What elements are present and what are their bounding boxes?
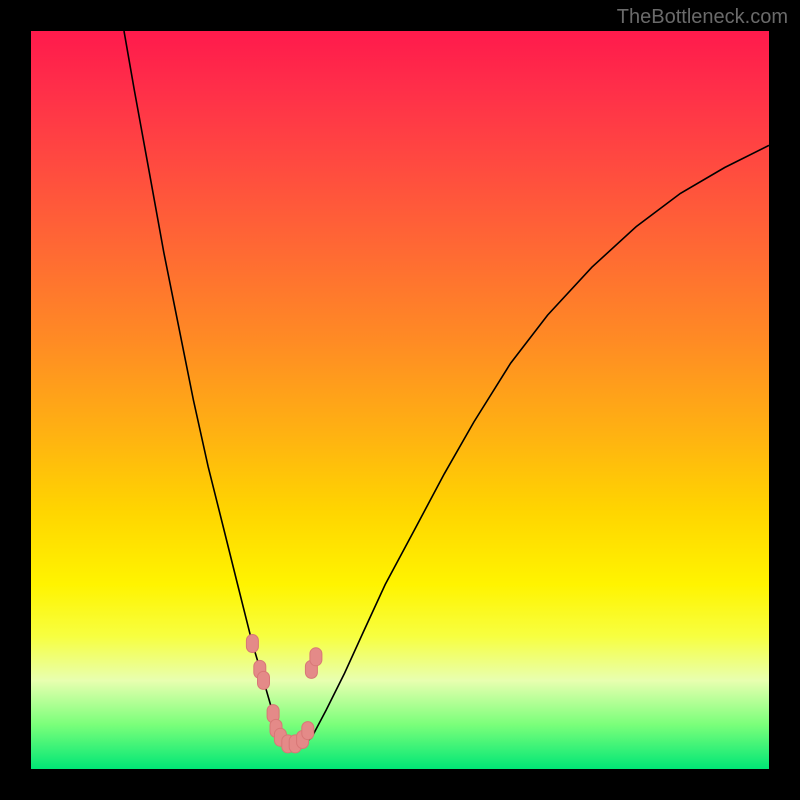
bottleneck-curve bbox=[124, 31, 769, 745]
chart-svg bbox=[31, 31, 769, 769]
min-marker bbox=[246, 635, 258, 653]
min-marker bbox=[302, 722, 314, 740]
min-marker bbox=[310, 648, 322, 666]
min-marker bbox=[258, 671, 270, 689]
min-marker-group bbox=[246, 635, 322, 753]
chart-plot-area bbox=[31, 31, 769, 769]
attribution-text: TheBottleneck.com bbox=[617, 6, 788, 29]
